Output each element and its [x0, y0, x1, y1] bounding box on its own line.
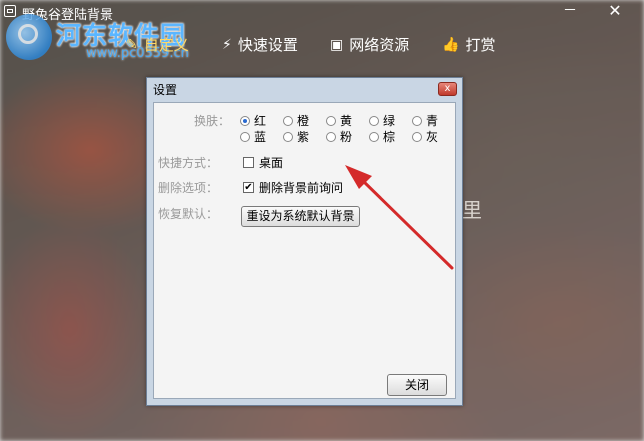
- nav-custom-label: 自定义: [143, 36, 189, 54]
- skin-radio-yellow[interactable]: 黄: [326, 112, 352, 129]
- shortcut-label: 快捷方式：: [158, 156, 219, 170]
- nav-custom[interactable]: ✎ 自定义: [126, 34, 189, 56]
- checkbox-box: [243, 157, 254, 168]
- settings-dialog: 设置 x 换肤： 红 橙 黄 绿 青 蓝 紫 粉 棕 灰 快捷方式： 桌面 删除…: [146, 77, 463, 406]
- radio-dot: [240, 131, 250, 142]
- skin-label: 换肤：: [193, 114, 230, 128]
- skin-option-label: 灰: [426, 130, 439, 144]
- confirm-delete-checkbox[interactable]: ✔ 删除背景前询问: [243, 179, 343, 196]
- skin-option-label: 棕: [383, 130, 396, 144]
- skin-option-label: 蓝: [254, 130, 267, 144]
- main-nav: ✎ 自定义 ⚡ 快速设置 ▣ 网络资源 👍 打赏: [0, 28, 644, 62]
- dialog-title: 设置: [153, 83, 178, 97]
- skin-radio-purple[interactable]: 紫: [283, 128, 309, 145]
- radio-dot: [240, 115, 250, 126]
- skin-radio-green[interactable]: 绿: [369, 112, 395, 129]
- radio-dot: [412, 115, 422, 126]
- nav-network-resources-label: 网络资源: [349, 36, 410, 54]
- check-icon: ✔: [243, 182, 254, 193]
- radio-dot: [283, 115, 293, 126]
- skin-option-label: 黄: [340, 114, 353, 128]
- skin-option-label: 绿: [383, 114, 396, 128]
- thumbs-up-icon: 👍: [442, 37, 460, 53]
- radio-dot: [326, 115, 336, 126]
- dialog-close-icon[interactable]: x: [438, 82, 457, 96]
- close-button[interactable]: ✕: [600, 0, 630, 22]
- nav-quick-settings[interactable]: ⚡ 快速设置: [222, 34, 298, 56]
- skin-radio-blue[interactable]: 蓝: [240, 128, 266, 145]
- nav-tip-label: 打赏: [465, 36, 496, 54]
- confirm-delete-label: 删除背景前询问: [259, 181, 344, 195]
- skin-option-label: 橙: [297, 114, 310, 128]
- edit-icon: ✎: [126, 37, 138, 53]
- reset-default-label: 恢复默认：: [158, 207, 219, 221]
- skin-radio-cyan[interactable]: 青: [412, 112, 438, 129]
- skin-radio-red[interactable]: 红: [240, 112, 266, 129]
- desktop-shortcut-label: 桌面: [259, 156, 284, 170]
- reset-default-button[interactable]: 重设为系统默认背景: [241, 206, 360, 227]
- desktop-shortcut-checkbox[interactable]: 桌面: [243, 154, 283, 171]
- radio-dot: [369, 131, 379, 142]
- delete-options-label: 删除选项：: [158, 181, 219, 195]
- skin-option-label: 紫: [297, 130, 310, 144]
- skin-radio-orange[interactable]: 橙: [283, 112, 309, 129]
- minimize-button[interactable]: －: [555, 0, 585, 22]
- radio-dot: [326, 131, 336, 142]
- nav-tip[interactable]: 👍 打赏: [442, 34, 495, 56]
- background-text: 里: [462, 198, 482, 222]
- close-dialog-button[interactable]: 关闭: [387, 374, 447, 396]
- radio-dot: [283, 131, 293, 142]
- skin-radio-gray[interactable]: 灰: [412, 128, 438, 145]
- radio-dot: [369, 115, 379, 126]
- skin-radio-pink[interactable]: 粉: [326, 128, 352, 145]
- skin-option-label: 红: [254, 114, 267, 128]
- title-bar: 野兔谷登陆背景 － ✕: [0, 0, 644, 24]
- skin-option-label: 青: [426, 114, 439, 128]
- nav-network-resources[interactable]: ▣ 网络资源: [330, 34, 409, 56]
- app-icon: [4, 5, 16, 17]
- skin-option-label: 粉: [340, 130, 353, 144]
- app-title: 野兔谷登陆背景: [22, 8, 114, 23]
- lightning-icon: ⚡: [222, 37, 232, 53]
- dialog-body: 换肤： 红 橙 黄 绿 青 蓝 紫 粉 棕 灰 快捷方式： 桌面 删除选项： ✔…: [153, 102, 456, 399]
- nav-quick-settings-label: 快速设置: [237, 36, 298, 54]
- skin-radio-brown[interactable]: 棕: [369, 128, 395, 145]
- screen-icon: ▣: [330, 37, 344, 53]
- radio-dot: [412, 131, 422, 142]
